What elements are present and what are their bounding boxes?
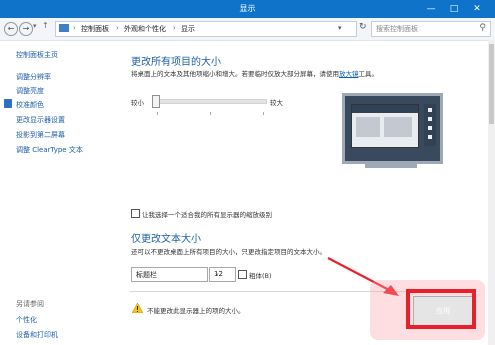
sidebar-home-link[interactable]: 控制面板主页 — [16, 50, 58, 60]
recent-dropdown-icon[interactable]: ▾ — [33, 22, 37, 30]
chevron-down-icon: ⌄ — [136, 269, 142, 277]
custom-scaling-checkbox[interactable] — [131, 209, 140, 218]
bold-label[interactable]: 粗体(B) — [249, 270, 272, 280]
font-size-select[interactable]: 12 ⌄ — [209, 267, 236, 282]
maximize-icon[interactable]: □ — [443, 2, 465, 16]
search-input[interactable]: 搜索控制面板 ⚲ — [371, 21, 491, 37]
sidebar-item-brightness[interactable]: 调整亮度 — [16, 86, 44, 96]
sidebar-item-project[interactable]: 投影到第二屏幕 — [16, 130, 65, 140]
search-placeholder: 搜索控制面板 — [376, 25, 418, 33]
see-also-personalization[interactable]: 个性化 — [16, 315, 37, 325]
address-bar: ← → ▾ ↑ › 控制面板 › 外观和个性化 › 显示 ▾ ↻ 搜索控制面板 … — [0, 18, 495, 41]
title-bar: 显示 — □ ✕ — [0, 0, 495, 18]
sidebar-item-calibrate-color[interactable]: 校准颜色 — [16, 100, 44, 110]
magnifier-link[interactable]: 放大镜 — [339, 70, 359, 78]
forward-arrow-icon[interactable]: → — [19, 22, 33, 36]
slider-tick — [263, 112, 264, 115]
shield-icon — [4, 99, 12, 108]
monitor-stand — [365, 164, 417, 168]
breadcrumb-item[interactable]: 外观和个性化 — [124, 24, 166, 34]
size-heading: 更改所有项目的大小 — [131, 57, 221, 68]
size-description: 将桌面上的文本及其他项缩小和增大。若要临时仅放大部分屏幕，请使用放大镜工具。 — [131, 70, 378, 78]
preview-sidebar — [424, 104, 436, 146]
control-panel-icon — [59, 24, 69, 32]
custom-scaling-label[interactable]: 让我选择一个适合我的所有显示器的缩放级别 — [142, 209, 272, 219]
size-slider-track[interactable] — [155, 99, 267, 104]
bold-checkbox[interactable] — [238, 270, 247, 279]
close-icon[interactable]: ✕ — [466, 2, 488, 16]
breadcrumb[interactable]: › 控制面板 › 外观和个性化 › 显示 ▾ — [55, 21, 357, 37]
scrollbar-thumb[interactable] — [489, 44, 494, 124]
minimize-icon[interactable]: — — [420, 2, 442, 16]
warning-text: 不能更改此显示器上的项的大小。 — [147, 307, 245, 315]
highlight-box — [406, 289, 476, 329]
scrollbar[interactable] — [488, 40, 495, 345]
see-also-heading: 另请参阅 — [16, 300, 44, 308]
see-also-devices-printers[interactable]: 设备和打印机 — [16, 330, 58, 340]
warning-icon — [132, 303, 143, 313]
sidebar-item-resolution[interactable]: 调整分辨率 — [16, 72, 51, 82]
slider-tick — [157, 112, 158, 115]
slider-tick — [210, 112, 211, 115]
slider-max-label: 较大 — [270, 99, 283, 107]
size-slider-thumb[interactable] — [152, 95, 160, 108]
display-preview — [342, 93, 443, 164]
refresh-icon[interactable]: ↻ — [359, 22, 367, 32]
up-arrow-icon[interactable]: ↑ — [42, 21, 49, 30]
breadcrumb-item[interactable]: 显示 — [181, 24, 195, 34]
text-size-heading: 仅更改文本大小 — [131, 234, 201, 245]
slider-min-label: 较小 — [131, 99, 144, 107]
sidebar-item-display-settings[interactable]: 更改显示器设置 — [16, 115, 65, 125]
text-size-description: 还可以不更改桌面上所有项目的大小，只更改指定项目的文本大小。 — [131, 248, 326, 256]
preview-window — [351, 104, 419, 148]
breadcrumb-item[interactable]: 控制面板 — [81, 24, 109, 34]
chevron-down-icon: ⌄ — [214, 269, 220, 277]
path-dropdown-icon[interactable]: ▾ — [338, 24, 342, 32]
sidebar-item-cleartype[interactable]: 调整 ClearType 文本 — [16, 145, 83, 155]
search-icon[interactable]: ⚲ — [479, 23, 486, 33]
back-arrow-icon[interactable]: ← — [4, 22, 18, 36]
item-select[interactable]: 标题栏 ⌄ — [131, 267, 208, 282]
